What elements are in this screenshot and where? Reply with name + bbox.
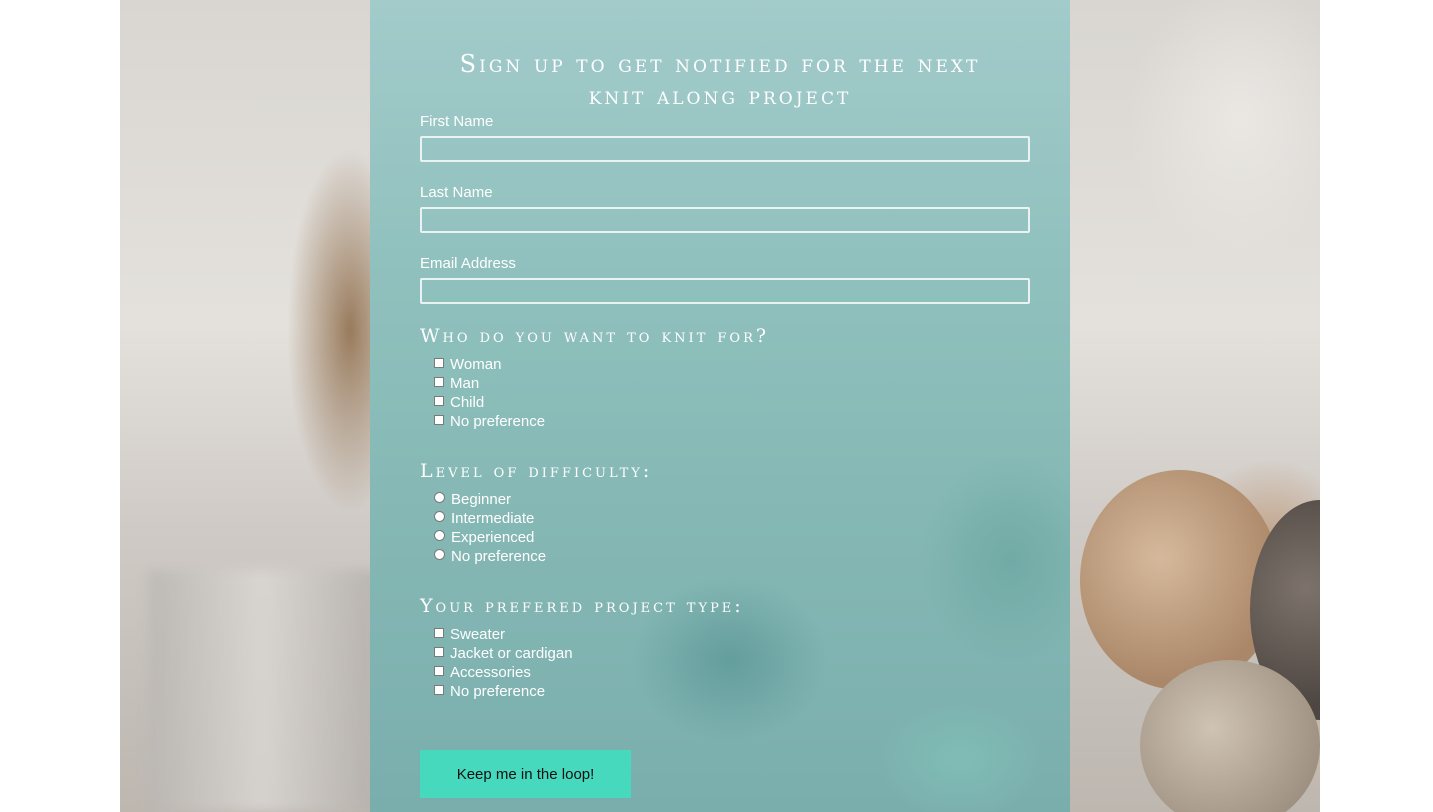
radio-button[interactable] bbox=[434, 549, 445, 560]
checkbox[interactable] bbox=[434, 665, 444, 676]
option-label: Experienced bbox=[451, 529, 535, 546]
difficulty-option-beginner[interactable]: Beginner bbox=[434, 490, 511, 509]
submit-button[interactable]: Keep me in the loop! bbox=[420, 750, 631, 798]
option-label: Woman bbox=[450, 356, 502, 373]
option-label: Sweater bbox=[450, 626, 506, 643]
option-label: No preference bbox=[451, 548, 547, 565]
yarn-ball-tan bbox=[1080, 470, 1280, 690]
option-label: Man bbox=[450, 375, 480, 392]
checkbox[interactable] bbox=[434, 627, 444, 638]
option-label: Jacket or cardigan bbox=[450, 645, 573, 662]
option-label: Beginner bbox=[451, 491, 512, 508]
radio-button[interactable] bbox=[434, 511, 445, 522]
difficulty-option-experienced[interactable]: Experienced bbox=[434, 528, 534, 547]
difficulty-title: Level of difficulty: bbox=[420, 460, 653, 482]
project-type-title: Your prefered project type: bbox=[420, 595, 744, 617]
checkbox[interactable] bbox=[434, 684, 444, 695]
last-name-label: Last Name bbox=[420, 184, 493, 201]
first-name-label: First Name bbox=[420, 113, 494, 130]
knit-for-title: Who do you want to knit for? bbox=[420, 325, 770, 347]
knit-for-option-woman[interactable]: Woman bbox=[434, 355, 501, 374]
project-option-no-preference[interactable]: No preference bbox=[434, 682, 545, 701]
checkbox[interactable] bbox=[434, 357, 444, 368]
project-option-jacket[interactable]: Jacket or cardigan bbox=[434, 644, 573, 663]
checkbox[interactable] bbox=[434, 376, 444, 387]
checkbox[interactable] bbox=[434, 414, 444, 425]
knit-for-option-man[interactable]: Man bbox=[434, 374, 479, 393]
last-name-input[interactable] bbox=[420, 207, 1030, 233]
signup-form: Sign up to get notified for the next kni… bbox=[370, 0, 1070, 812]
option-label: Child bbox=[450, 394, 485, 411]
checkbox[interactable] bbox=[434, 395, 444, 406]
knit-for-option-no-preference[interactable]: No preference bbox=[434, 412, 545, 431]
checkbox[interactable] bbox=[434, 646, 444, 657]
option-label: Intermediate bbox=[451, 510, 535, 527]
email-input[interactable] bbox=[420, 278, 1030, 304]
form-title: Sign up to get notified for the next kni… bbox=[459, 50, 981, 110]
option-label: Accessories bbox=[450, 664, 531, 681]
option-label: No preference bbox=[450, 683, 546, 700]
difficulty-option-no-preference[interactable]: No preference bbox=[434, 547, 546, 566]
project-option-accessories[interactable]: Accessories bbox=[434, 663, 531, 682]
email-label: Email Address bbox=[420, 255, 516, 272]
option-label: No preference bbox=[450, 413, 546, 430]
first-name-input[interactable] bbox=[420, 136, 1030, 162]
project-option-sweater[interactable]: Sweater bbox=[434, 625, 505, 644]
vase-shape bbox=[148, 570, 378, 812]
radio-button[interactable] bbox=[434, 530, 445, 541]
knit-for-option-child[interactable]: Child bbox=[434, 393, 484, 412]
difficulty-option-intermediate[interactable]: Intermediate bbox=[434, 509, 534, 528]
radio-button[interactable] bbox=[434, 492, 445, 503]
